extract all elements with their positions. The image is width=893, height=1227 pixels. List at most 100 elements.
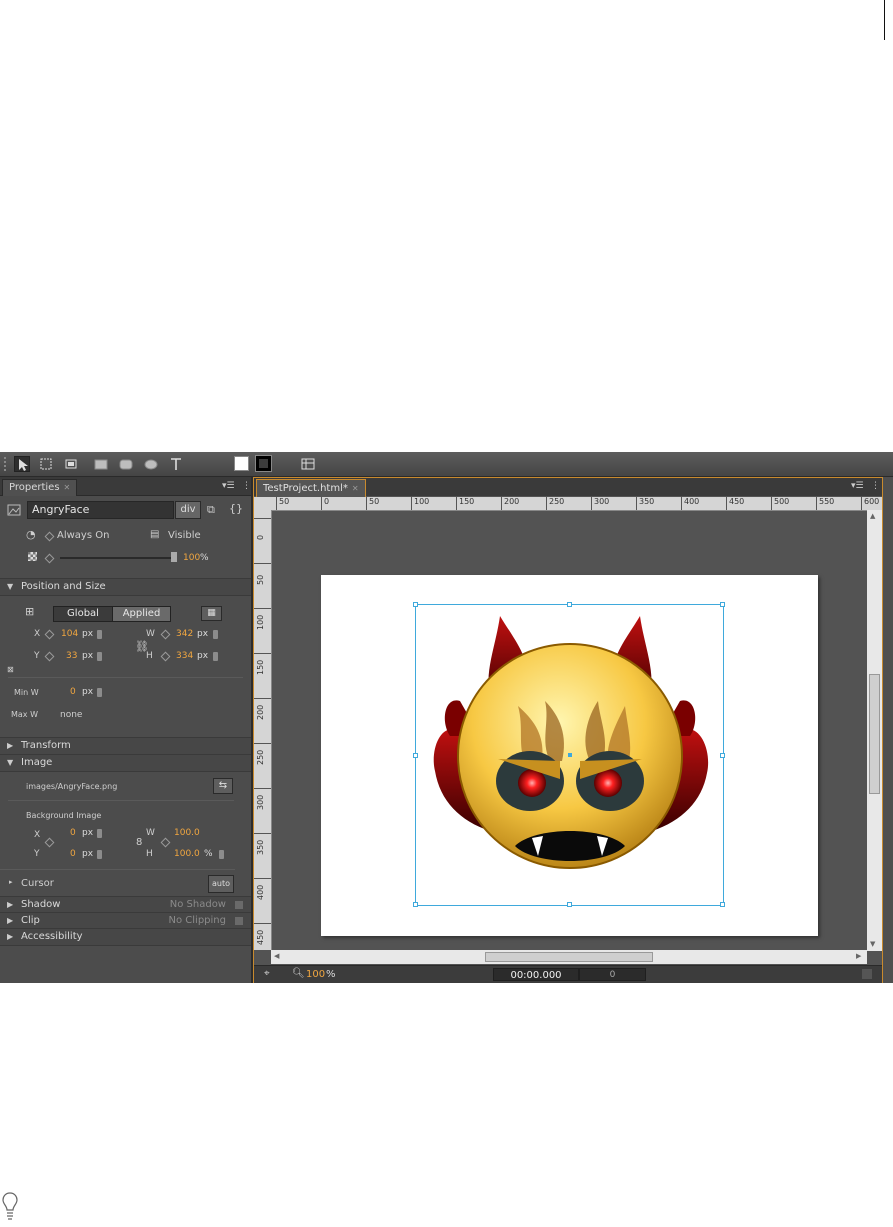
vertical-scroll-thumb[interactable]: [869, 674, 880, 794]
resize-grip-icon[interactable]: [862, 969, 872, 979]
document-menu-icon[interactable]: ▾☰: [851, 481, 864, 491]
y-value[interactable]: 33: [66, 651, 77, 661]
swap-image-icon[interactable]: ⇆: [213, 778, 233, 794]
transform-header[interactable]: ▶ Transform: [0, 737, 251, 755]
bg-position-keyframe-icon[interactable]: [44, 837, 55, 848]
clipping-tool-icon[interactable]: [63, 456, 79, 472]
x-value[interactable]: 104: [61, 629, 78, 639]
bg-h-unit-toggle[interactable]: [219, 850, 224, 859]
x-unit-toggle[interactable]: [97, 630, 102, 639]
element-type-dropdown[interactable]: div: [175, 501, 201, 519]
resize-handle-ne[interactable]: [720, 602, 725, 607]
scroll-down-icon[interactable]: ▼: [870, 940, 875, 948]
link-bg-size-icon[interactable]: 8: [136, 837, 142, 848]
toolbar-grip[interactable]: [4, 457, 10, 471]
tab-testproject[interactable]: TestProject.html* ✕: [256, 479, 366, 497]
resize-handle-w[interactable]: [413, 753, 418, 758]
vertical-ruler[interactable]: 0 50 100 150 200 250 300 350 400 450: [254, 510, 272, 950]
min-w-unit-toggle[interactable]: [97, 688, 102, 697]
w-unit[interactable]: px: [197, 629, 208, 639]
rectangle-tool-icon[interactable]: [93, 456, 109, 472]
shadow-toggle[interactable]: [235, 901, 243, 909]
accessibility-header[interactable]: ▶ Accessibility: [0, 928, 251, 946]
fill-color-swatch[interactable]: [234, 456, 249, 471]
h-unit[interactable]: px: [197, 651, 208, 661]
bg-y-unit[interactable]: px: [82, 849, 93, 859]
bg-h-unit[interactable]: %: [204, 849, 213, 859]
scroll-left-icon[interactable]: ◀: [274, 952, 279, 960]
timecode-display[interactable]: 00:00.000: [493, 968, 579, 981]
resize-handle-nw[interactable]: [413, 602, 418, 607]
applied-toggle[interactable]: Applied: [112, 606, 171, 622]
crosshair-icon[interactable]: ⌖: [264, 968, 270, 979]
h-keyframe-icon[interactable]: [160, 651, 171, 662]
min-w-value[interactable]: 0: [70, 687, 76, 697]
bg-y-unit-toggle[interactable]: [97, 850, 102, 859]
resize-handle-n[interactable]: [567, 602, 572, 607]
opacity-slider-handle[interactable]: [171, 552, 177, 562]
w-unit-toggle[interactable]: [213, 630, 218, 639]
y-keyframe-icon[interactable]: [44, 651, 55, 662]
resize-handle-s[interactable]: [567, 902, 572, 907]
opacity-keyframe-icon[interactable]: [44, 553, 55, 564]
scroll-up-icon[interactable]: ▲: [870, 512, 875, 520]
actions-icon[interactable]: {}: [229, 502, 243, 515]
panel-menu-icon[interactable]: ▾☰: [222, 481, 235, 491]
transform-origin-point[interactable]: [568, 753, 572, 757]
x-unit[interactable]: px: [82, 629, 93, 639]
resize-handle-se[interactable]: [720, 902, 725, 907]
selection-bounding-box[interactable]: [413, 602, 725, 907]
selection-tool-icon[interactable]: [14, 456, 30, 472]
transform-origin-icon[interactable]: ⊞: [25, 605, 34, 618]
class-icon[interactable]: ⧉: [207, 503, 215, 517]
bg-size-keyframe-icon[interactable]: [160, 837, 171, 848]
frame-display[interactable]: 0: [579, 968, 646, 981]
bg-y-value[interactable]: 0: [70, 849, 76, 859]
transform-tool-icon[interactable]: [38, 456, 54, 472]
clip-toggle[interactable]: [235, 917, 243, 925]
tab-properties[interactable]: Properties ✕: [2, 479, 78, 496]
min-w-unit[interactable]: px: [82, 687, 93, 697]
coordinate-space-icon[interactable]: ▦: [201, 606, 222, 621]
element-name-input[interactable]: AngryFace: [27, 501, 174, 519]
horizontal-ruler[interactable]: 50 0 50 100 150 200 250 300 350 400 450 500 550 600: [271, 497, 882, 511]
w-value[interactable]: 342: [176, 629, 193, 639]
visible-dropdown[interactable]: Visible: [168, 530, 201, 541]
opacity-slider[interactable]: [60, 557, 176, 559]
global-toggle[interactable]: Global: [53, 606, 113, 622]
document-grip-icon[interactable]: ⋮: [871, 481, 880, 491]
stroke-color-swatch[interactable]: [255, 455, 272, 472]
bg-x-unit[interactable]: px: [82, 828, 93, 838]
y-unit[interactable]: px: [82, 651, 93, 661]
position-size-header[interactable]: ▼ Position and Size: [0, 578, 251, 596]
horizontal-scrollbar[interactable]: ◀ ▶: [271, 950, 867, 964]
always-on-dropdown[interactable]: Always On: [57, 530, 109, 541]
constrain-icon[interactable]: ⊠: [7, 665, 14, 674]
align-panel-icon[interactable]: [300, 456, 316, 472]
opacity-value[interactable]: 100: [183, 553, 200, 563]
h-unit-toggle[interactable]: [213, 652, 218, 661]
bg-x-unit-toggle[interactable]: [97, 829, 102, 838]
panel-grip-icon[interactable]: ⋮: [242, 481, 251, 491]
max-w-value[interactable]: none: [60, 710, 82, 720]
close-icon[interactable]: ✕: [64, 483, 71, 492]
ellipse-tool-icon[interactable]: [143, 456, 159, 472]
zoom-value[interactable]: 100: [306, 969, 325, 980]
horizontal-scroll-thumb[interactable]: [485, 952, 653, 962]
bg-h-value[interactable]: 100.0: [174, 849, 200, 859]
resize-handle-sw[interactable]: [413, 902, 418, 907]
image-header[interactable]: ▼ Image: [0, 754, 251, 772]
close-icon[interactable]: ✕: [352, 484, 359, 493]
resize-handle-e[interactable]: [720, 753, 725, 758]
text-tool-icon[interactable]: [168, 456, 184, 472]
x-keyframe-icon[interactable]: [44, 629, 55, 640]
w-keyframe-icon[interactable]: [160, 629, 171, 640]
display-keyframe-icon[interactable]: [44, 531, 55, 542]
image-path[interactable]: images/AngryFace.png: [26, 782, 117, 791]
vertical-scrollbar[interactable]: ▲ ▼: [867, 510, 882, 951]
rounded-rectangle-tool-icon[interactable]: [118, 456, 134, 472]
bg-x-value[interactable]: 0: [70, 828, 76, 838]
scroll-right-icon[interactable]: ▶: [856, 952, 861, 960]
h-value[interactable]: 334: [176, 651, 193, 661]
cursor-dropdown[interactable]: auto: [208, 875, 234, 893]
